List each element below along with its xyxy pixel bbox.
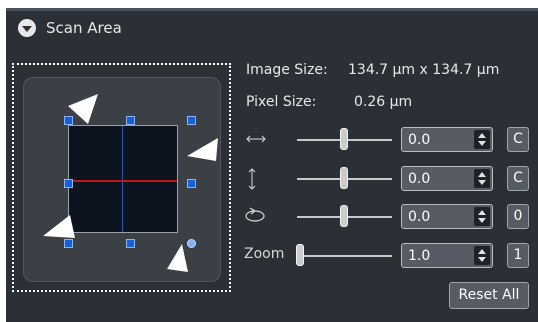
offset-x-center-button[interactable]: C xyxy=(507,127,529,152)
offset-y-center-button[interactable]: C xyxy=(507,166,529,191)
rotation-reset-button[interactable]: 0 xyxy=(507,204,529,229)
offset-y-slider-thumb[interactable] xyxy=(340,167,348,189)
spin-arrows[interactable] xyxy=(474,169,490,188)
rotate-icon xyxy=(245,207,265,222)
spin-up-icon[interactable] xyxy=(478,210,486,215)
offset-x-slider-thumb[interactable] xyxy=(340,128,348,150)
rotation-slider-thumb[interactable] xyxy=(340,205,348,227)
reset-all-button[interactable]: Reset All xyxy=(449,282,529,309)
image-size-value: 134.7 µm x 134.7 µm xyxy=(348,62,500,78)
spin-down-icon[interactable] xyxy=(478,257,486,262)
spin-up-icon[interactable] xyxy=(478,172,486,177)
offset-y-value[interactable]: 0.0 xyxy=(408,171,430,187)
image-size-label: Image Size: xyxy=(246,62,328,78)
rotate-cursor-icon-top-right xyxy=(187,138,218,161)
horizontal-arrow-icon xyxy=(246,135,266,143)
spin-arrows[interactable] xyxy=(474,207,490,226)
spin-down-icon[interactable] xyxy=(478,218,486,223)
zoom-slider-thumb[interactable] xyxy=(296,244,304,266)
spin-up-icon[interactable] xyxy=(478,249,486,254)
spin-down-icon[interactable] xyxy=(478,141,486,146)
rotation-cursor-arrows xyxy=(43,94,218,272)
spin-down-icon[interactable] xyxy=(478,180,486,185)
offset-x-value[interactable]: 0.0 xyxy=(408,132,430,148)
offset-y-spinbox[interactable]: 0.0 xyxy=(401,166,493,191)
zoom-label: Zoom xyxy=(244,246,285,262)
spin-arrows[interactable] xyxy=(474,246,490,265)
pixel-size-label: Pixel Size: xyxy=(246,94,317,110)
zoom-value[interactable]: 1.0 xyxy=(408,248,430,264)
zoom-spinbox[interactable]: 1.0 xyxy=(401,243,493,268)
spin-arrows[interactable] xyxy=(474,130,490,149)
rotation-spinbox[interactable]: 0.0 xyxy=(401,204,493,229)
rotate-cursor-icon-bottom-right xyxy=(167,244,188,272)
rotate-cursor-icon-top-left xyxy=(68,94,98,124)
pixel-size-value: 0.26 µm xyxy=(354,94,413,110)
zoom-reset-button[interactable]: 1 xyxy=(507,243,529,268)
zoom-slider-track[interactable] xyxy=(297,255,392,257)
vertical-arrow-icon xyxy=(248,168,256,190)
offset-x-spinbox[interactable]: 0.0 xyxy=(401,127,493,152)
spin-up-icon[interactable] xyxy=(478,133,486,138)
rotation-value[interactable]: 0.0 xyxy=(408,209,430,225)
rotate-cursor-icon-bottom-left xyxy=(43,215,75,238)
